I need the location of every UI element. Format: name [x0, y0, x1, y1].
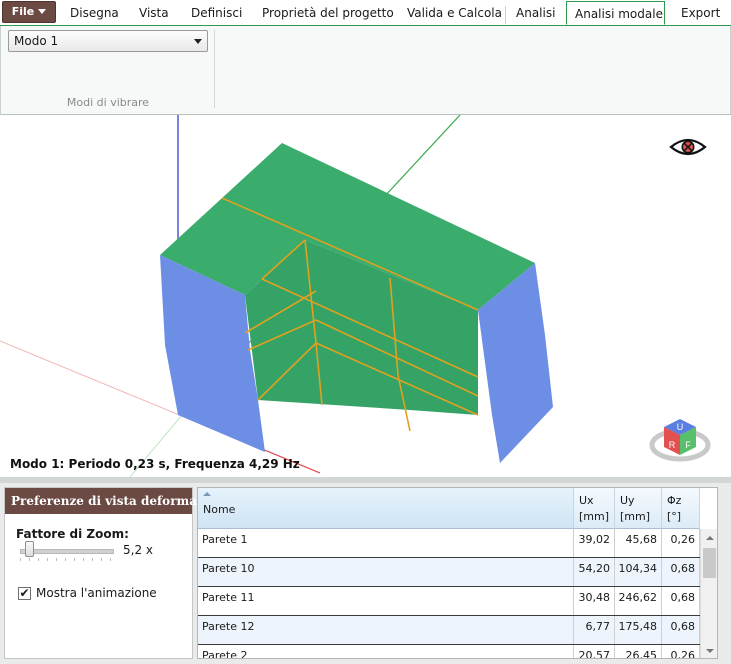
cell-uy: 45,68	[615, 529, 662, 557]
tab-analisi-modale[interactable]: Analisi modale	[566, 1, 665, 25]
scroll-down-icon[interactable]	[706, 649, 714, 653]
dropdown-arrow-icon	[194, 39, 202, 44]
cell-nome: Parete 10	[198, 558, 574, 586]
table-vertical-scrollbar[interactable]	[700, 529, 717, 658]
tab-definisci[interactable]: Definisci	[191, 6, 242, 24]
displacements-table: Nome Ux [mm] Uy [mm] Φz [°] Parete 1 39,…	[197, 487, 718, 659]
tab-proprieta-progetto[interactable]: Proprietà del progetto	[262, 6, 394, 24]
cell-phiz: 0,26	[662, 645, 700, 658]
svg-text:U: U	[677, 422, 684, 432]
column-header-phiz-unit: [°]	[667, 510, 682, 523]
table-row[interactable]: Parete 11 30,48 246,62 0,68	[198, 587, 700, 616]
prefs-title: Preferenze di vista deformata	[5, 488, 210, 514]
file-menu-label: File	[11, 5, 35, 18]
column-header-uy-unit: [mm]	[620, 510, 651, 523]
column-header-nome[interactable]: Nome	[198, 488, 574, 529]
table-row[interactable]: Parete 2 20,57 26,45 0,26	[198, 645, 700, 658]
tab-disegna[interactable]: Disegna	[70, 6, 119, 24]
zoom-slider-thumb[interactable]	[25, 541, 34, 557]
deformed-view-preferences: Preferenze di vista deformata Fattore di…	[4, 487, 210, 659]
animation-checkbox-label[interactable]: Mostra l'animazione	[36, 586, 157, 600]
mode-select-value: Modo 1	[14, 34, 59, 48]
svg-text:F: F	[685, 440, 691, 450]
file-menu-button[interactable]: File	[2, 1, 56, 23]
column-header-ux-label: Ux	[579, 494, 594, 507]
animation-checkbox[interactable]: ✔	[18, 587, 31, 600]
chevron-down-icon	[38, 9, 47, 14]
scrollbar-thumb[interactable]	[703, 548, 716, 578]
scroll-up-icon[interactable]	[706, 536, 714, 540]
column-header-ux-unit: [mm]	[579, 510, 610, 523]
ribbon-tab-bar: File Disegna Vista Definisci Proprietà d…	[0, 0, 731, 25]
cell-ux: 6,77	[574, 616, 615, 644]
cell-nome: Parete 12	[198, 616, 574, 644]
column-header-uy[interactable]: Uy [mm]	[615, 488, 662, 529]
cell-nome: Parete 2	[198, 645, 574, 658]
cell-phiz: 0,26	[662, 529, 700, 557]
cell-uy: 175,48	[615, 616, 662, 644]
panel-splitter[interactable]	[0, 477, 731, 483]
column-header-uy-label: Uy	[620, 494, 635, 507]
table-row[interactable]: Parete 1 39,02 45,68 0,26	[198, 529, 700, 558]
column-header-nome-label: Nome	[203, 503, 236, 516]
cell-ux: 54,20	[574, 558, 615, 586]
tab-export[interactable]: Export	[681, 6, 720, 24]
table-row[interactable]: Parete 10 54,20 104,34 0,68	[198, 558, 700, 587]
cell-phiz: 0,68	[662, 558, 700, 586]
cell-uy: 104,34	[615, 558, 662, 586]
ribbon-panel: Modo 1 Modi di vibrare	[0, 26, 731, 115]
bottom-panel: Preferenze di vista deformata Fattore di…	[0, 477, 731, 664]
svg-text:R: R	[669, 440, 676, 450]
table-row[interactable]: Parete 12 6,77 175,48 0,68	[198, 616, 700, 645]
column-header-phiz-label: Φz	[667, 494, 682, 507]
cell-phiz: 0,68	[662, 616, 700, 644]
tab-vista[interactable]: Vista	[139, 6, 169, 24]
zoom-factor-value: 5,2 x	[123, 543, 153, 557]
zoom-slider-track[interactable]	[20, 549, 114, 554]
cell-ux: 30,48	[574, 587, 615, 615]
eye-visibility-icon[interactable]	[669, 138, 707, 156]
tab-valida-calcola[interactable]: Valida e Calcola	[407, 6, 502, 24]
cell-phiz: 0,68	[662, 587, 700, 615]
tab-analisi[interactable]: Analisi	[505, 6, 555, 24]
view-cube-icon[interactable]: U R F	[649, 419, 711, 462]
column-header-phiz[interactable]: Φz [°]	[662, 488, 700, 529]
column-header-ux[interactable]: Ux [mm]	[574, 488, 615, 529]
model-3d-canvas[interactable]: U R F	[0, 115, 731, 477]
mode-status-text: Modo 1: Periodo 0,23 s, Frequenza 4,29 H…	[10, 457, 300, 471]
zoom-factor-label: Fattore di Zoom:	[16, 527, 129, 541]
ribbon-group-separator	[214, 30, 215, 108]
sort-ascending-icon	[203, 492, 211, 496]
cell-ux: 20,57	[574, 645, 615, 658]
cell-nome: Parete 1	[198, 529, 574, 557]
cell-uy: 246,62	[615, 587, 662, 615]
mode-select[interactable]: Modo 1	[8, 30, 208, 52]
model-3d-viewport[interactable]: U R F Modo 1: Periodo 0,23 s, Frequenza …	[0, 115, 731, 477]
zoom-slider-ticks	[20, 558, 112, 561]
cell-nome: Parete 11	[198, 587, 574, 615]
cell-ux: 39,02	[574, 529, 615, 557]
ribbon-group-label: Modi di vibrare	[66, 96, 150, 109]
cell-uy: 26,45	[615, 645, 662, 658]
